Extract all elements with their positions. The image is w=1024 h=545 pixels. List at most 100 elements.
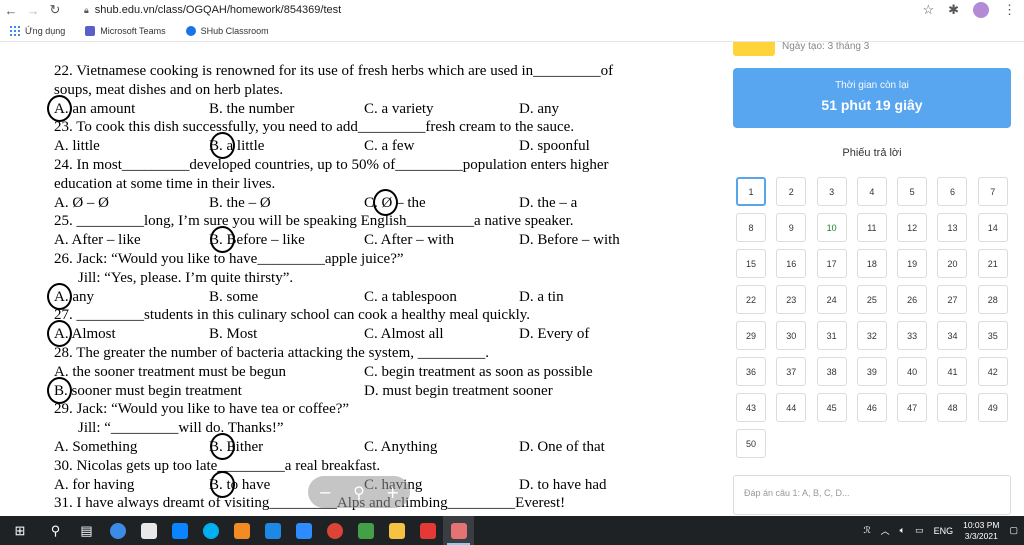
clock[interactable]: 10:03 PM 3/3/2021: [963, 520, 999, 542]
people-icon[interactable]: ℛ: [863, 525, 870, 536]
question-cell[interactable]: 39: [856, 357, 887, 386]
mail-icon[interactable]: [257, 516, 288, 545]
skype-icon[interactable]: [195, 516, 226, 545]
question-cell[interactable]: 29: [736, 321, 766, 350]
clock-time: 10:03 PM: [963, 519, 1000, 530]
doc-line: Jill: “_________will do. Thanks!”: [54, 419, 674, 438]
file-explorer-icon[interactable]: [381, 516, 412, 545]
zoom-in-icon[interactable]: +: [386, 483, 399, 502]
question-cell[interactable]: 13: [937, 213, 968, 242]
zoom-icon[interactable]: [288, 516, 319, 545]
answer-option: A. the sooner treatment must be begun: [54, 363, 287, 380]
reload-icon[interactable]: ↻: [44, 2, 66, 18]
question-cell[interactable]: 3: [816, 177, 847, 206]
question-cell[interactable]: 48: [937, 393, 968, 422]
extensions-icon[interactable]: ✱: [948, 2, 959, 18]
zoom-icon[interactable]: ⚲: [353, 483, 365, 502]
notification-icon[interactable]: ▢: [1009, 525, 1018, 536]
question-cell[interactable]: 30: [776, 321, 807, 350]
vpn-icon[interactable]: [226, 516, 257, 545]
bookmark-shub[interactable]: SHub Classroom: [185, 25, 269, 36]
question-cell[interactable]: 6: [937, 177, 968, 206]
question-cell[interactable]: 41: [937, 357, 968, 386]
question-cell[interactable]: 31: [816, 321, 847, 350]
edge-icon[interactable]: [102, 516, 133, 545]
question-cell[interactable]: 40: [897, 357, 928, 386]
doc-text: education at some time in their lives.: [54, 175, 276, 192]
search-icon[interactable]: ⚲: [40, 516, 71, 545]
paint-icon[interactable]: [412, 516, 443, 545]
zoom-out-icon[interactable]: −: [319, 483, 332, 502]
answer-option: D. a tin: [519, 288, 564, 305]
profile-avatar[interactable]: [973, 2, 989, 18]
question-cell[interactable]: 11: [856, 213, 887, 242]
question-cell[interactable]: 22: [736, 285, 766, 314]
question-cell[interactable]: 47: [897, 393, 928, 422]
language-indicator[interactable]: ENG: [934, 526, 954, 536]
volume-icon[interactable]: 🔈︎: [900, 525, 905, 536]
url-field[interactable]: 🔒︎ shub.edu.vn/class/OGQAH/homework/8543…: [84, 4, 341, 16]
question-cell[interactable]: 27: [937, 285, 968, 314]
battery-icon[interactable]: ▭: [915, 525, 924, 536]
chevron-up-icon[interactable]: ︿: [881, 524, 890, 537]
question-cell[interactable]: 12: [897, 213, 928, 242]
question-cell[interactable]: 28: [977, 285, 1008, 314]
question-cell[interactable]: 16: [776, 249, 807, 278]
store-icon[interactable]: [133, 516, 164, 545]
timer-box: Thời gian còn lại 51 phút 19 giây: [733, 68, 1011, 128]
snip-icon[interactable]: [443, 516, 474, 545]
answer-option: C. Almost all: [364, 326, 444, 343]
zoom-toolbar: − ⚲ +: [308, 476, 410, 508]
menu-icon[interactable]: ⋮: [1003, 2, 1016, 18]
bookmark-apps[interactable]: Ứng dụng: [10, 25, 65, 36]
question-cell[interactable]: 2: [776, 177, 807, 206]
question-cell[interactable]: 50: [736, 429, 766, 458]
zalo-icon[interactable]: [164, 516, 195, 545]
question-cell[interactable]: 20: [937, 249, 968, 278]
question-cell[interactable]: 37: [776, 357, 807, 386]
question-cell[interactable]: 26: [897, 285, 928, 314]
question-cell[interactable]: 35: [977, 321, 1008, 350]
question-cell[interactable]: 15: [736, 249, 766, 278]
answer-option: D. Every of: [519, 326, 590, 343]
question-cell[interactable]: 21: [977, 249, 1008, 278]
question-cell[interactable]: 24: [816, 285, 847, 314]
question-cell[interactable]: 8: [736, 213, 766, 242]
question-cell[interactable]: 1: [736, 177, 766, 206]
question-cell[interactable]: 44: [776, 393, 807, 422]
question-cell[interactable]: 14: [977, 213, 1008, 242]
forward-icon[interactable]: →: [22, 3, 44, 18]
question-cell[interactable]: 43: [736, 393, 766, 422]
task-view-icon[interactable]: ▤: [71, 516, 102, 545]
back-icon[interactable]: ←: [0, 3, 22, 18]
question-cell[interactable]: 7: [977, 177, 1008, 206]
question-cell[interactable]: 33: [897, 321, 928, 350]
question-cell[interactable]: 45: [816, 393, 847, 422]
question-cell[interactable]: 18: [856, 249, 887, 278]
question-cell[interactable]: 38: [816, 357, 847, 386]
question-cell[interactable]: 25: [856, 285, 887, 314]
windows-start-icon[interactable]: ⊞: [0, 516, 40, 545]
url-text[interactable]: shub.edu.vn/class/OGQAH/homework/854369/…: [95, 4, 341, 16]
question-cell[interactable]: 10: [816, 213, 847, 242]
question-cell[interactable]: 5: [897, 177, 928, 206]
question-cell[interactable]: 23: [776, 285, 807, 314]
chrome-icon[interactable]: [319, 516, 350, 545]
star-icon[interactable]: ☆: [922, 2, 934, 18]
question-cell[interactable]: 17: [816, 249, 847, 278]
answer-panel: Ngày tạo: 3 tháng 3 Thời gian còn lại 51…: [720, 41, 1024, 516]
question-cell[interactable]: 4: [856, 177, 887, 206]
green-app-icon[interactable]: [350, 516, 381, 545]
question-cell[interactable]: 9: [776, 213, 807, 242]
question-cell[interactable]: 49: [977, 393, 1008, 422]
question-cell[interactable]: 19: [897, 249, 928, 278]
question-cell[interactable]: 46: [856, 393, 887, 422]
answer-option: C. a tablespoon: [364, 288, 457, 305]
bookmark-teams[interactable]: Microsoft Teams: [85, 25, 166, 36]
question-cell[interactable]: 36: [736, 357, 766, 386]
answer-input[interactable]: Đáp án câu 1: A, B, C, D...: [733, 475, 1011, 515]
question-cell[interactable]: 42: [977, 357, 1008, 386]
document-viewer[interactable]: 22. Vietnamese cooking is renowned for i…: [0, 42, 720, 516]
question-cell[interactable]: 34: [937, 321, 968, 350]
question-cell[interactable]: 32: [856, 321, 887, 350]
